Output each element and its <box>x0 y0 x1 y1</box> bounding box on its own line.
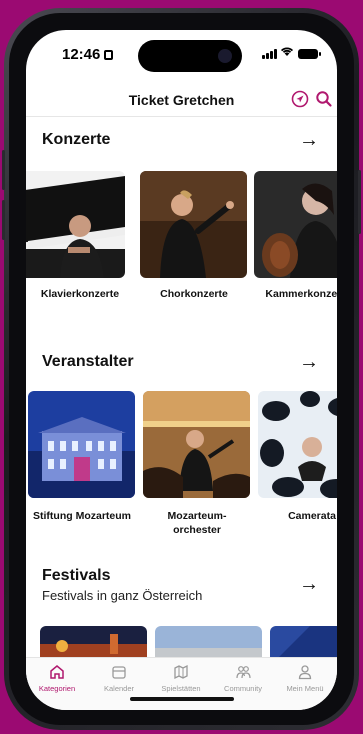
dynamic-island <box>138 40 242 72</box>
card-label: Kammerkonzerte <box>265 288 337 300</box>
map-icon <box>150 664 212 682</box>
tab-label: Mein Menü <box>286 684 324 693</box>
header: Ticket Gretchen <box>26 88 337 118</box>
tab-label: Community <box>224 684 262 693</box>
signal-icon <box>262 49 277 59</box>
wifi-icon <box>280 46 294 60</box>
card-label: Stiftung Mozarteum <box>33 510 131 522</box>
tab-label: Spielstätten <box>161 684 201 693</box>
tab-label: Kategorien <box>38 684 76 693</box>
tab-kalender[interactable]: Kalender <box>88 664 150 693</box>
card-stiftung-mozarteum[interactable] <box>28 391 135 498</box>
tab-community[interactable]: Community <box>212 664 274 693</box>
search-icon[interactable] <box>314 90 334 110</box>
card-mozarteumorchester[interactable] <box>143 391 250 498</box>
status-time: 12:46 <box>62 46 114 63</box>
tab-label: Kalender <box>103 684 135 693</box>
header-divider <box>26 116 337 117</box>
card-label: Mozarteum- orchester <box>167 510 227 537</box>
arrow-right-icon[interactable]: → <box>299 130 319 150</box>
app-screen: 12:46 Ticket Gretchen Konzerte → Klavier… <box>26 30 337 710</box>
card-label: Camerata <box>288 510 336 522</box>
arrow-right-icon[interactable]: → <box>299 574 319 594</box>
people-icon <box>212 664 274 682</box>
status-bar: 12:46 <box>26 30 337 80</box>
person-icon <box>274 664 336 682</box>
tab-kategorien[interactable]: Kategorien <box>26 664 88 693</box>
card-label: Klavierkonzerte <box>40 288 120 300</box>
card-kammerkonzerte[interactable] <box>254 171 337 278</box>
home-indicator[interactable] <box>130 697 234 701</box>
sim-icon <box>104 50 114 60</box>
tab-spielstaetten[interactable]: Spielstätten <box>150 664 212 693</box>
section-title-festivals: Festivals <box>42 567 111 584</box>
section-subtitle-festivals: Festivals in ganz Österreich <box>42 588 203 603</box>
calendar-icon <box>88 664 150 682</box>
tab-bar: Kategorien Kalender Spielstätten Communi… <box>26 657 337 710</box>
card-label: Chorkonzerte <box>160 288 228 300</box>
card-camerata[interactable] <box>258 391 337 498</box>
tab-mein-menue[interactable]: Mein Menü <box>274 664 336 693</box>
card-chorkonzerte[interactable] <box>140 171 247 278</box>
battery-icon <box>298 49 321 59</box>
card-klavierkonzerte[interactable] <box>26 171 125 278</box>
arrow-right-icon[interactable]: → <box>299 352 319 372</box>
section-title-veranstalter: Veranstalter <box>42 353 134 370</box>
section-title-konzerte: Konzerte <box>42 131 111 148</box>
location-arrow-icon[interactable] <box>290 90 310 110</box>
camera-icon <box>218 49 232 63</box>
home-icon <box>26 664 88 682</box>
